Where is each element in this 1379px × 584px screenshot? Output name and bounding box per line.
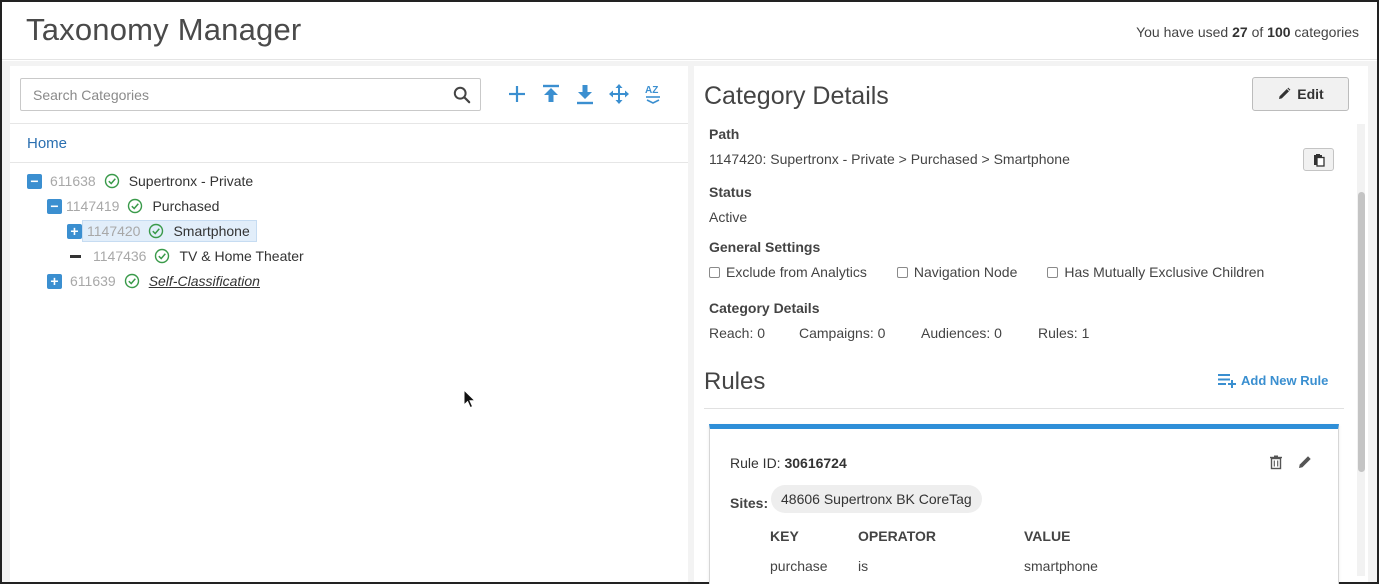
category-details-panel: Category Details Edit Path 1147420: Supe…: [694, 66, 1368, 584]
column-header-value: VALUE: [1024, 528, 1071, 544]
category-details-subheading: Category Details: [709, 300, 820, 316]
sort-az-label: AZ: [645, 85, 658, 96]
tree-node-label[interactable]: Smartphone: [173, 223, 249, 239]
usage-used-count: 27: [1232, 24, 1248, 40]
sites-label: Sites:: [730, 495, 769, 511]
status-value: Active: [709, 209, 748, 225]
trash-icon[interactable]: [1268, 454, 1284, 470]
stat-reach: Reach: 0: [709, 325, 766, 341]
usage-summary: You have used 27 of 100 categories: [1136, 24, 1359, 40]
checkbox[interactable]: [709, 266, 720, 278]
check-circle-icon: [149, 223, 164, 239]
tree-node[interactable]: − 611638 Supertronx - Private: [27, 170, 253, 192]
expand-toggle[interactable]: +: [47, 273, 62, 289]
checkbox-label: Exclude from Analytics: [726, 264, 867, 280]
expand-toggle[interactable]: +: [67, 223, 82, 239]
status-label: Status: [709, 184, 752, 200]
tree-node-label[interactable]: TV & Home Theater: [179, 248, 303, 264]
sort-az-icon[interactable]: AZ: [642, 83, 664, 105]
copy-path-button[interactable]: [1303, 148, 1334, 171]
edit-button[interactable]: Edit: [1252, 77, 1349, 111]
tree-node[interactable]: + 611639 Self-Classification: [47, 270, 260, 292]
rule-id-value: 30616724: [784, 455, 847, 471]
pencil-icon: [1279, 87, 1291, 99]
rule-operator-cell: is: [858, 558, 869, 574]
search-box: [20, 78, 481, 111]
mutually-exclusive-checkbox[interactable]: Has Mutually Exclusive Children: [1047, 264, 1264, 280]
tree-node-id: 611639: [70, 273, 116, 289]
rule-value-cell: smartphone: [1024, 558, 1098, 574]
pencil-icon[interactable]: [1297, 454, 1313, 470]
tree-node-label[interactable]: Supertronx - Private: [129, 173, 254, 189]
upload-icon[interactable]: [540, 83, 562, 105]
search-input[interactable]: [21, 79, 441, 110]
rule-key-cell: purchase: [770, 558, 828, 574]
general-settings-label: General Settings: [709, 239, 821, 255]
navigation-node-checkbox[interactable]: Navigation Node: [896, 264, 1018, 280]
tree-node[interactable]: − 1147419 Purchased: [47, 195, 219, 217]
tree-node[interactable]: 1147436 TV & Home Theater: [70, 245, 304, 267]
tree-node-selected[interactable]: + 1147420 Smartphone: [67, 220, 257, 242]
category-tree-panel: AZ Home − 611638 Supertronx - Private − …: [10, 66, 688, 582]
page-header: Taxonomy Manager You have used 27 of 100…: [2, 2, 1377, 60]
usage-prefix: You have used: [1136, 24, 1229, 40]
general-settings: Exclude from Analytics Navigation Node H…: [709, 264, 1294, 280]
rule-id-label: Rule ID:: [730, 455, 781, 471]
check-circle-icon: [128, 198, 143, 214]
breadcrumb-home[interactable]: Home: [27, 135, 67, 152]
divider: [704, 408, 1344, 409]
check-circle-icon: [124, 273, 139, 289]
search-icon[interactable]: [453, 86, 471, 104]
usage-suffix: categories: [1294, 24, 1359, 40]
page-title: Taxonomy Manager: [26, 12, 302, 47]
selected-node-highlight[interactable]: 1147420 Smartphone: [82, 220, 257, 242]
add-list-icon: [1218, 374, 1236, 388]
checkbox[interactable]: [896, 266, 908, 278]
stat-audiences: Audiences: 0: [921, 325, 1002, 341]
checkbox-label: Has Mutually Exclusive Children: [1064, 264, 1265, 280]
stat-campaigns: Campaigns: 0: [799, 325, 886, 341]
column-header-key: KEY: [770, 528, 799, 544]
scrollbar-thumb[interactable]: [1358, 192, 1365, 472]
path-value: 1147420: Supertronx - Private > Purchase…: [709, 151, 1070, 167]
checkbox-label: Navigation Node: [913, 264, 1018, 280]
tree-node-id: 1147420: [87, 223, 141, 239]
add-icon[interactable]: [506, 83, 528, 105]
tree-node-id: 1147436: [93, 248, 147, 264]
collapse-toggle[interactable]: −: [47, 198, 62, 214]
stat-rules: Rules: 1: [1038, 325, 1090, 341]
download-icon[interactable]: [574, 83, 596, 105]
add-new-rule-label: Add New Rule: [1241, 372, 1329, 388]
site-chip: 48606 Supertronx BK CoreTag: [771, 485, 982, 513]
usage-of: of: [1251, 24, 1264, 40]
move-icon[interactable]: [608, 83, 630, 105]
edit-button-label: Edit: [1297, 86, 1324, 102]
divider: [10, 123, 688, 124]
mouse-cursor-icon: [463, 389, 477, 409]
leaf-marker: [70, 254, 81, 258]
rules-title: Rules: [704, 368, 766, 395]
tree-node-label[interactable]: Purchased: [152, 198, 219, 214]
add-new-rule-link[interactable]: Add New Rule: [1217, 372, 1328, 388]
details-title: Category Details: [704, 82, 889, 110]
divider: [10, 162, 688, 163]
tree-node-id: 1147419: [66, 198, 120, 214]
collapse-toggle[interactable]: −: [27, 173, 42, 189]
clipboard-icon: [1313, 153, 1325, 167]
column-header-operator: OPERATOR: [858, 528, 937, 544]
rule-card: Rule ID: 30616724 Sites: 48606 Supertron…: [709, 424, 1339, 584]
usage-total-count: 100: [1267, 24, 1291, 40]
tree-node-label[interactable]: Self-Classification: [149, 273, 260, 289]
check-circle-icon: [155, 248, 170, 264]
rule-id: Rule ID: 30616724: [730, 455, 847, 471]
check-circle-icon: [104, 173, 119, 189]
exclude-analytics-checkbox[interactable]: Exclude from Analytics: [709, 264, 867, 280]
path-label: Path: [709, 126, 740, 142]
tree-node-id: 611638: [50, 173, 96, 189]
checkbox[interactable]: [1047, 266, 1059, 278]
